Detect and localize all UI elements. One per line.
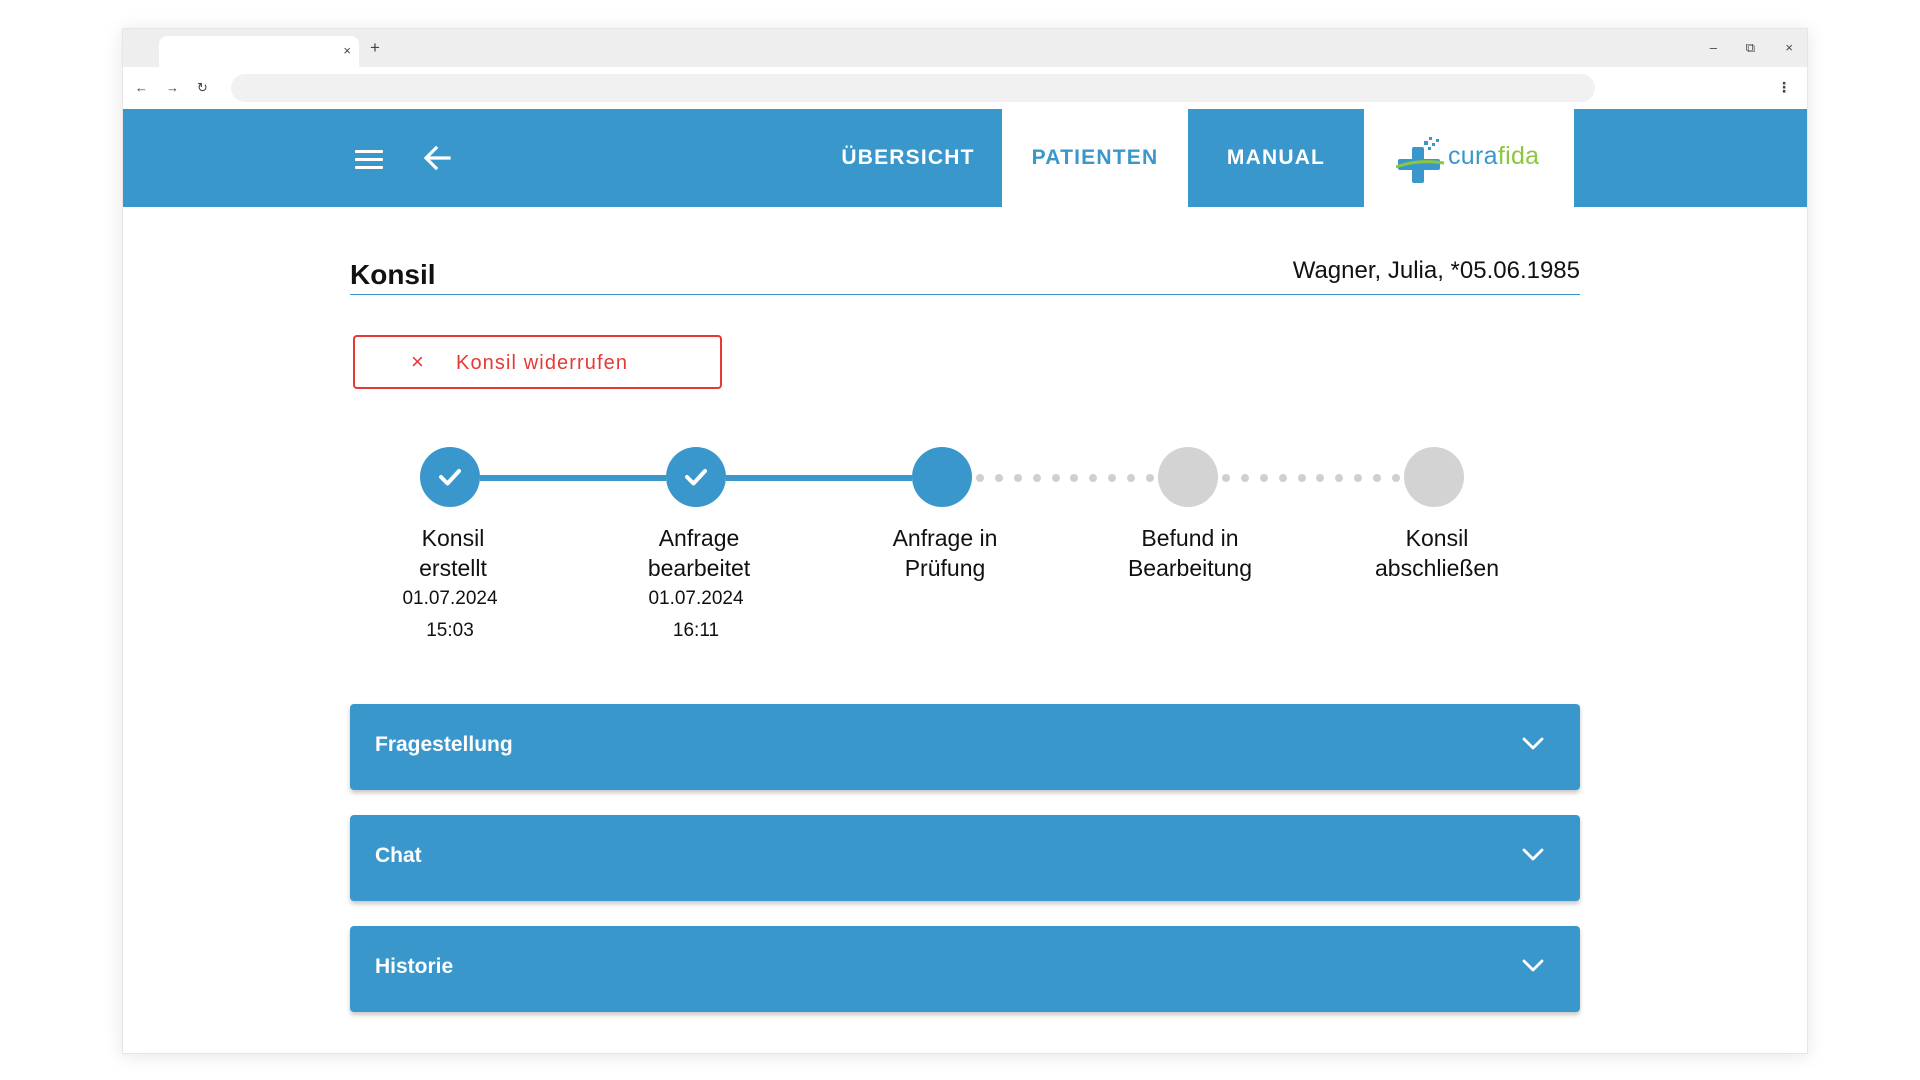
panel-historie-title: Historie xyxy=(375,955,454,978)
tab-uebersicht[interactable]: ÜBERSICHT xyxy=(813,109,1003,207)
connector-dot xyxy=(1259,474,1268,482)
close-window-icon[interactable]: × xyxy=(1785,38,1793,58)
step-1-label: Konsil erstellt xyxy=(363,523,543,583)
logo-text-cura: cura xyxy=(1448,142,1498,170)
new-tab-icon[interactable]: + xyxy=(370,38,380,58)
chevron-down-icon xyxy=(1522,848,1544,861)
step-1-label-line1: Konsil xyxy=(421,525,485,551)
step-3-label: Anfrage in Prüfung xyxy=(855,523,1035,583)
connector-dot xyxy=(1278,474,1287,482)
chevron-down-icon xyxy=(1522,959,1544,972)
close-icon: × xyxy=(411,349,425,374)
app-header: ÜBERSICHT PATIENTEN MANUAL curafida xyxy=(123,109,1807,207)
revoke-konsil-label: Konsil widerrufen xyxy=(456,352,629,374)
progress-stepper: Konsil erstellt 01.07.2024 15:03 Anfrage… xyxy=(350,447,1580,667)
connector-dot xyxy=(1373,474,1382,482)
connector-dot xyxy=(1032,474,1041,482)
step-3-current xyxy=(912,447,972,507)
step-2-label-line2: bearbeitet xyxy=(647,555,751,581)
step-3-label-line1: Anfrage in xyxy=(892,525,998,551)
panel-chat-title: Chat xyxy=(375,844,422,867)
panel-historie[interactable]: Historie xyxy=(350,926,1580,1012)
browser-titlebar: × + – ⧉ × xyxy=(123,29,1807,67)
step-connector-1 xyxy=(480,475,666,481)
browser-window: × + – ⧉ × ← → ↻ ⋮ ÜBERSICHT PATIENTEN MA… xyxy=(122,28,1808,1054)
step-5-label-line1: Konsil xyxy=(1405,525,1469,551)
logo-text-fida: fida xyxy=(1497,142,1540,170)
panel-chat[interactable]: Chat xyxy=(350,815,1580,901)
step-1-time: 15:03 xyxy=(426,620,474,641)
page-title: Konsil xyxy=(350,259,436,290)
curafida-logo: curafida xyxy=(1364,109,1574,207)
connector-dot xyxy=(1051,474,1060,482)
step-connector-4 xyxy=(1218,474,1404,482)
step-connector-3 xyxy=(972,474,1158,482)
page-header: Konsil Wagner, Julia, *05.06.1985 xyxy=(350,255,1580,295)
connector-dot xyxy=(1013,474,1022,482)
connector-dot xyxy=(1127,474,1136,482)
connector-dot xyxy=(976,474,984,482)
connector-dot xyxy=(1392,474,1400,482)
connector-dot xyxy=(1354,474,1363,482)
step-1-date: 01.07.2024 xyxy=(402,588,498,609)
step-2-label: Anfrage bearbeitet xyxy=(609,523,789,583)
connector-dot xyxy=(1335,474,1344,482)
tab-close-icon[interactable]: × xyxy=(343,42,351,60)
browser-menu-icon[interactable]: ⋮ xyxy=(1777,78,1791,96)
step-5-label-line2: abschließen xyxy=(1374,555,1500,581)
arrow-back-icon[interactable] xyxy=(421,142,453,174)
step-4-pending xyxy=(1158,447,1218,507)
step-3-label-line2: Prüfung xyxy=(904,555,986,581)
step-connector-2 xyxy=(726,475,912,481)
tab-patienten[interactable]: PATIENTEN xyxy=(1002,109,1188,207)
connector-dot xyxy=(1316,474,1325,482)
step-2-label-line1: Anfrage xyxy=(658,525,740,551)
back-icon[interactable]: ← xyxy=(135,79,148,97)
step-1-label-line2: erstellt xyxy=(419,555,487,581)
panel-fragestellung[interactable]: Fragestellung xyxy=(350,704,1580,790)
step-4-label-line2: Bearbeitung xyxy=(1127,555,1253,581)
chevron-down-icon xyxy=(1522,737,1544,750)
step-4-label-line1: Befund in xyxy=(1141,525,1239,551)
connector-dot xyxy=(1070,474,1079,482)
connector-dot xyxy=(1108,474,1117,482)
logo-cross-icon xyxy=(1396,137,1445,183)
step-4-label: Befund in Bearbeitung xyxy=(1100,523,1280,583)
minimize-icon[interactable]: – xyxy=(1710,38,1717,58)
forward-icon[interactable]: → xyxy=(166,79,179,97)
logo-wordmark: curafida xyxy=(1448,141,1539,171)
connector-dot xyxy=(1240,474,1249,482)
step-2-done-icon xyxy=(666,447,726,507)
address-bar[interactable] xyxy=(231,74,1595,102)
restore-icon[interactable]: ⧉ xyxy=(1746,38,1755,58)
panel-fragestellung-title: Fragestellung xyxy=(375,733,513,756)
connector-dot xyxy=(994,474,1003,482)
step-1-done-icon xyxy=(420,447,480,507)
step-2-date: 01.07.2024 xyxy=(648,588,744,609)
reload-icon[interactable]: ↻ xyxy=(197,79,208,97)
patient-info: Wagner, Julia, *05.06.1985 xyxy=(1292,257,1580,284)
step-5-label: Konsil abschließen xyxy=(1347,523,1527,583)
browser-tab[interactable]: × xyxy=(159,36,359,67)
tab-manual[interactable]: MANUAL xyxy=(1188,109,1364,207)
step-5-pending xyxy=(1404,447,1464,507)
menu-icon[interactable] xyxy=(355,150,383,170)
connector-dot xyxy=(1146,474,1154,482)
connector-dot xyxy=(1089,474,1098,482)
step-2-time: 16:11 xyxy=(672,620,720,641)
connector-dot xyxy=(1297,474,1306,482)
browser-toolbar: ← → ↻ ⋮ xyxy=(123,67,1807,109)
revoke-konsil-button[interactable]: × Konsil widerrufen xyxy=(353,335,722,389)
connector-dot xyxy=(1222,474,1230,482)
